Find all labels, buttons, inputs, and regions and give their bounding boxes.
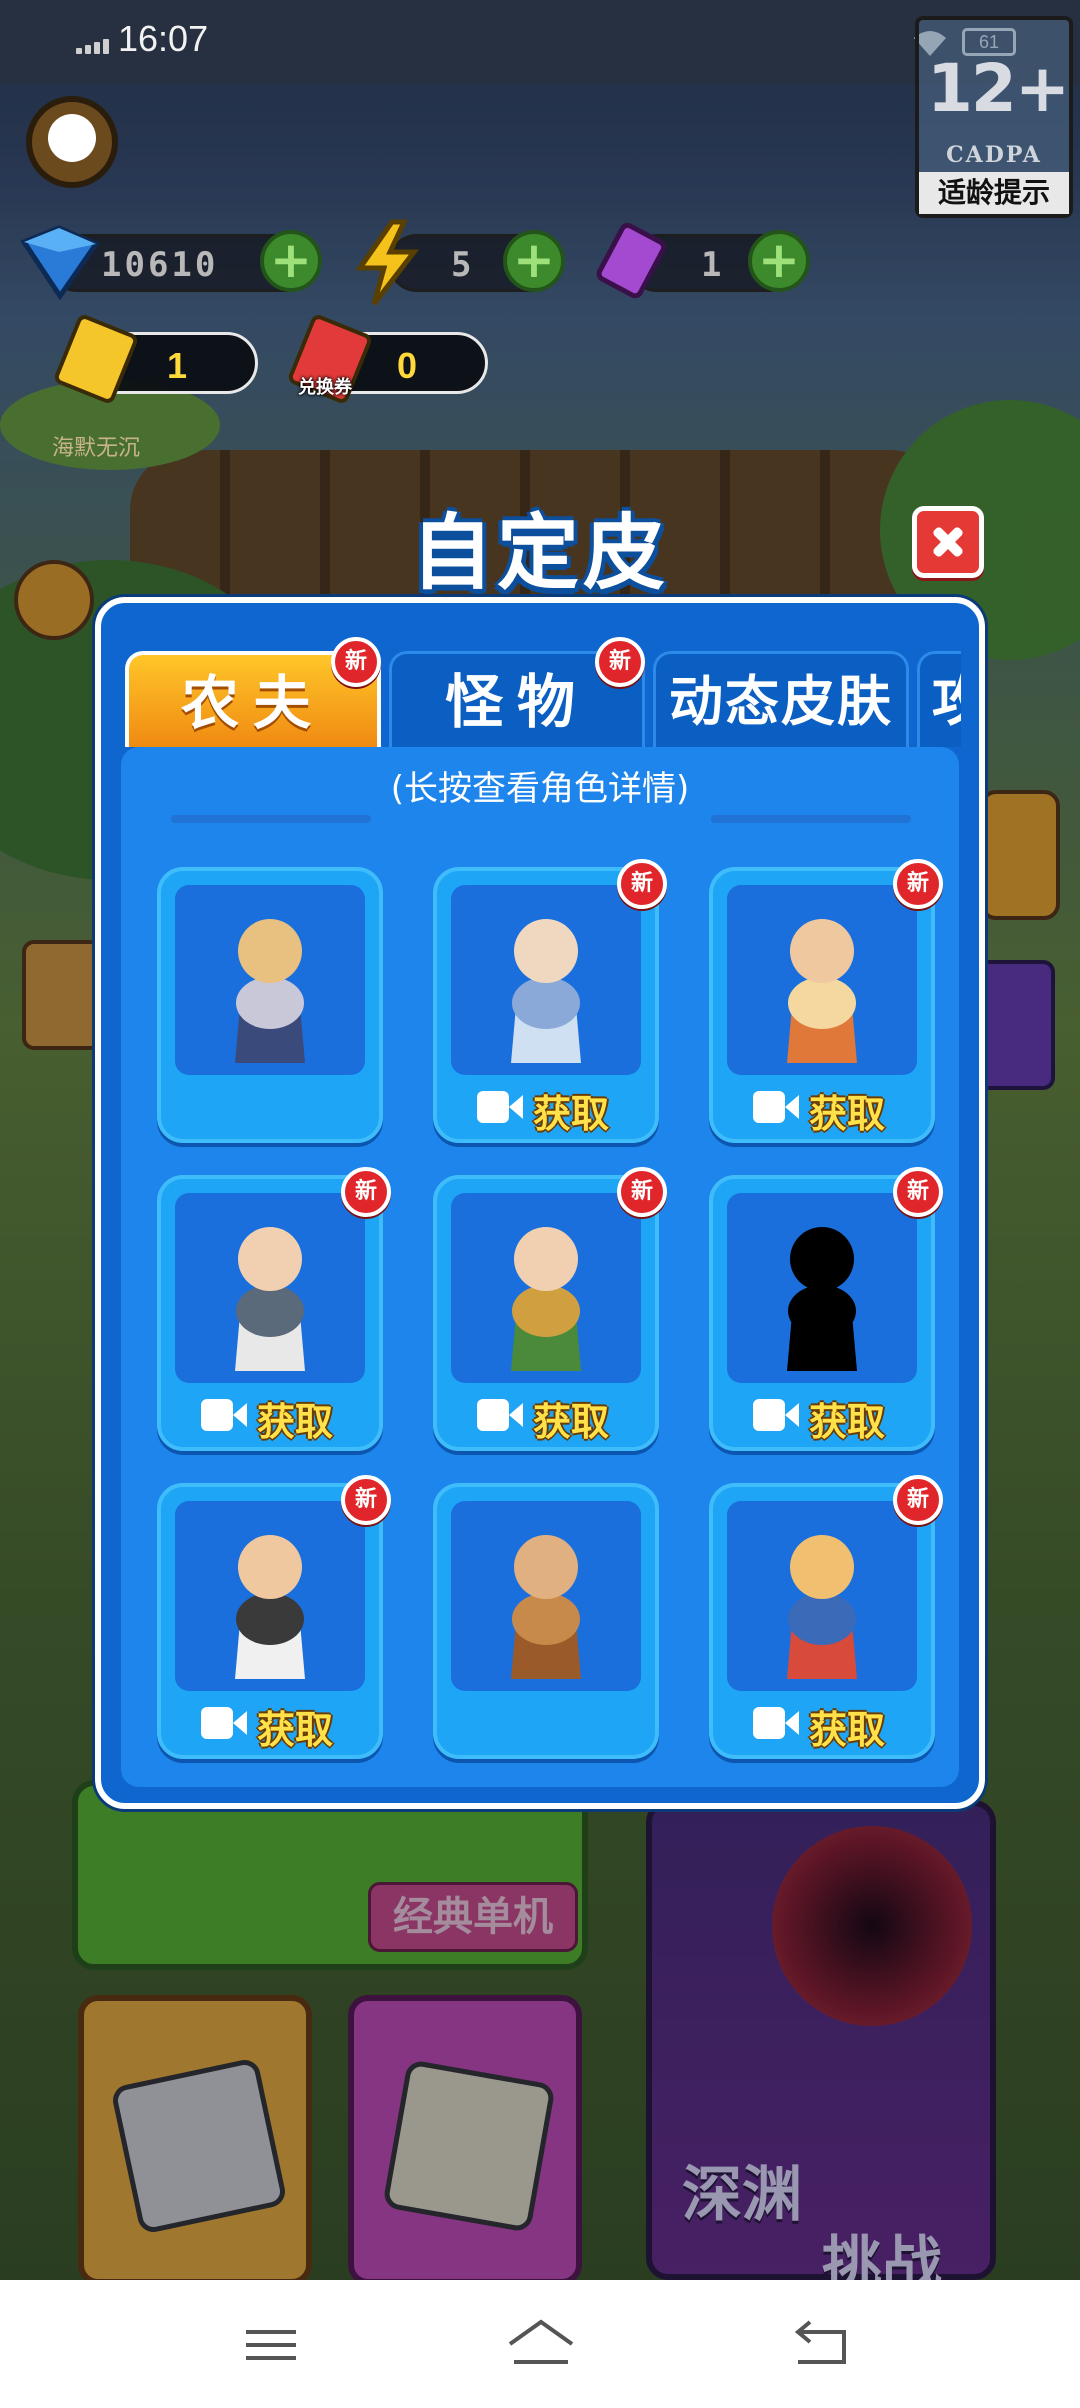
- tab-monster-new-badge: 新: [595, 637, 645, 687]
- character-art-locked-silhouette: [787, 1227, 857, 1371]
- lightning-icon: [355, 219, 420, 306]
- new-badge: 新: [617, 1167, 667, 1217]
- get-skin-label: 获取: [533, 1092, 610, 1136]
- skin-card-general-spear[interactable]: [157, 867, 383, 1143]
- status-time: 16:07: [118, 18, 209, 59]
- skin-portrait: [175, 1193, 365, 1383]
- skin-portrait: [175, 885, 365, 1075]
- skin-portrait: [727, 1193, 917, 1383]
- video-icon: [753, 1399, 799, 1431]
- skin-card-sunglasses-chef[interactable]: 获取 新: [157, 1475, 391, 1759]
- skin-portrait: [727, 885, 917, 1075]
- get-skin-label: 获取: [809, 1092, 886, 1136]
- tab-dynamic-skin[interactable]: 动态皮肤: [653, 651, 909, 747]
- character-art-rabbit-dancer: [787, 919, 857, 1063]
- diamond-value: 10610: [101, 245, 219, 285]
- add-diamond-button[interactable]: +: [260, 230, 322, 292]
- video-icon: [477, 1091, 523, 1123]
- age-rating-value: 12+: [927, 50, 1070, 127]
- diamond-icon: [20, 225, 100, 301]
- character-art-white-hair-swordsman: [511, 919, 581, 1063]
- skin-card-rabbit-dancer[interactable]: 获取 新: [709, 859, 943, 1143]
- player-name: 海默无沉: [52, 436, 141, 461]
- tab-bar: 农夫 怪物 动态皮肤 攻: [125, 643, 961, 747]
- tab-dynamic-skin-label: 动态皮肤: [669, 670, 893, 733]
- skin-portrait: [727, 1501, 917, 1691]
- close-button[interactable]: [912, 506, 984, 578]
- character-art-strategist: [235, 1227, 305, 1371]
- new-badge: 新: [341, 1167, 391, 1217]
- new-badge: 新: [893, 859, 943, 909]
- age-rating-tip: 适龄提示: [919, 172, 1069, 214]
- settings-avatar[interactable]: [26, 96, 118, 188]
- character-art-general-spear: [235, 919, 305, 1063]
- menu-icon[interactable]: [236, 2310, 306, 2380]
- skin-portrait: [451, 1193, 641, 1383]
- skin-dialog-panel: 农夫 怪物 动态皮肤 攻 新 新 (长按查看角色详情) 获取新获取新获取新获取新…: [95, 597, 985, 1809]
- age-rating-org: CADPA: [946, 142, 1042, 168]
- ticket-purple-icon: [596, 222, 667, 299]
- tab-partial[interactable]: 攻: [917, 651, 961, 747]
- energy-value: 5: [451, 245, 475, 285]
- tab-monster-label: 怪物: [444, 668, 589, 736]
- purple-ticket-value: 1: [701, 245, 725, 285]
- video-icon: [477, 1399, 523, 1431]
- back-icon[interactable]: [786, 2310, 856, 2380]
- get-skin-label: 获取: [809, 1400, 886, 1444]
- tab-farmer-label: 农夫: [180, 669, 325, 737]
- skin-card-white-hair-swordsman[interactable]: 获取 新: [433, 859, 667, 1143]
- new-badge: 新: [893, 1167, 943, 1217]
- long-press-hint: (长按查看角色详情): [390, 769, 690, 809]
- skin-portrait: [451, 1501, 641, 1691]
- skin-portrait: [451, 885, 641, 1075]
- skin-card-strategist[interactable]: 获取 新: [157, 1167, 391, 1451]
- new-badge: 新: [617, 859, 667, 909]
- video-icon: [753, 1091, 799, 1123]
- get-skin-label: 获取: [257, 1400, 334, 1444]
- skin-card-green-robe-general[interactable]: 获取 新: [433, 1167, 667, 1451]
- redeem-ticket-label: 兑换券: [298, 377, 352, 398]
- video-icon: [753, 1707, 799, 1739]
- get-skin-label: 获取: [257, 1708, 334, 1752]
- add-purple-ticket-button[interactable]: +: [748, 230, 810, 292]
- new-badge: 新: [341, 1475, 391, 1525]
- signal-icon: [76, 48, 82, 54]
- character-art-green-robe-general: [511, 1227, 581, 1371]
- skin-card-bears[interactable]: [433, 1483, 659, 1759]
- redeem-ticket-value: 0: [397, 345, 418, 386]
- system-nav-bar: [0, 2280, 1080, 2408]
- tab-partial-label: 攻: [932, 670, 961, 733]
- skin-portrait: [175, 1501, 365, 1691]
- tab-farmer-new-badge: 新: [331, 637, 381, 687]
- home-icon[interactable]: [506, 2310, 576, 2380]
- get-skin-label: 获取: [809, 1708, 886, 1752]
- gold-ticket-value: 1: [167, 345, 188, 386]
- video-icon: [201, 1707, 247, 1739]
- skin-grid-area[interactable]: (长按查看角色详情) 获取新获取新获取新获取新获取新获取新获取新: [121, 747, 959, 1787]
- add-energy-button[interactable]: +: [503, 230, 565, 292]
- character-art-sunglasses-chef: [235, 1535, 305, 1679]
- get-skin-label: 获取: [533, 1400, 610, 1444]
- character-art-bears: [511, 1535, 581, 1679]
- age-rating-badge[interactable]: 12+ CADPA 适龄提示: [915, 16, 1073, 218]
- character-art-straw-hat-farmer: [787, 1535, 857, 1679]
- video-icon: [201, 1399, 247, 1431]
- new-badge: 新: [893, 1475, 943, 1525]
- skin-card-straw-hat-farmer[interactable]: 获取 新: [709, 1475, 943, 1759]
- skin-card-locked-silhouette[interactable]: 获取 新: [709, 1167, 943, 1451]
